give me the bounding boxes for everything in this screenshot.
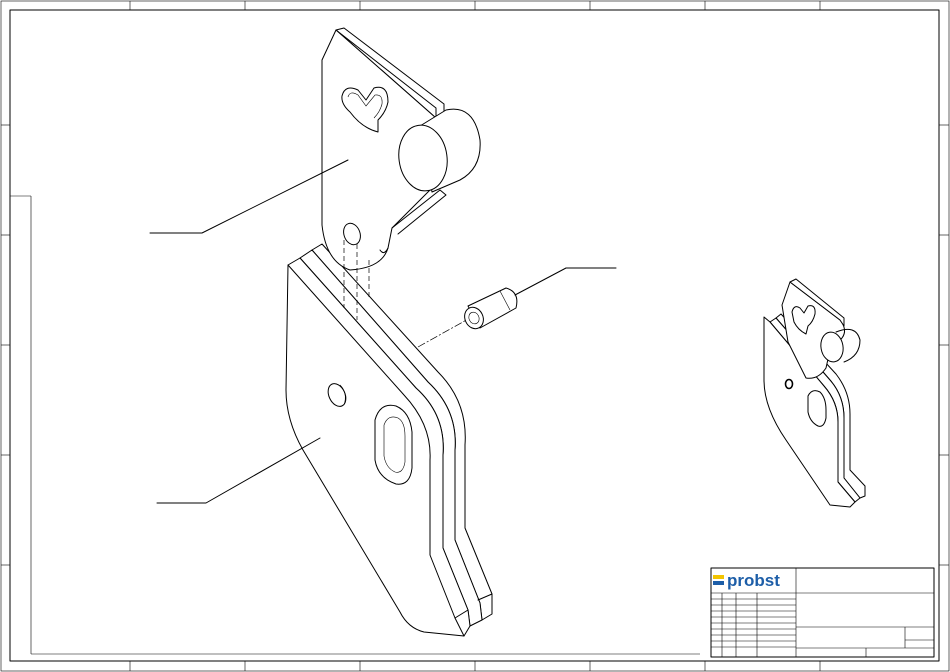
assembled-view	[763, 278, 866, 508]
upper-bracket	[321, 27, 481, 271]
pin	[464, 287, 518, 330]
logo-accent-bar	[713, 575, 724, 579]
probst-logo: probst	[713, 571, 780, 590]
assembled-hole	[784, 378, 794, 390]
lower-plate-leader	[156, 437, 321, 504]
brand-name: probst	[727, 571, 780, 590]
title-block: probst	[710, 567, 935, 658]
pin-leader	[514, 267, 617, 296]
drawing-sheet: probst	[0, 0, 950, 672]
logo-blue-bar	[713, 581, 724, 585]
upper-bracket-leader	[149, 159, 349, 234]
